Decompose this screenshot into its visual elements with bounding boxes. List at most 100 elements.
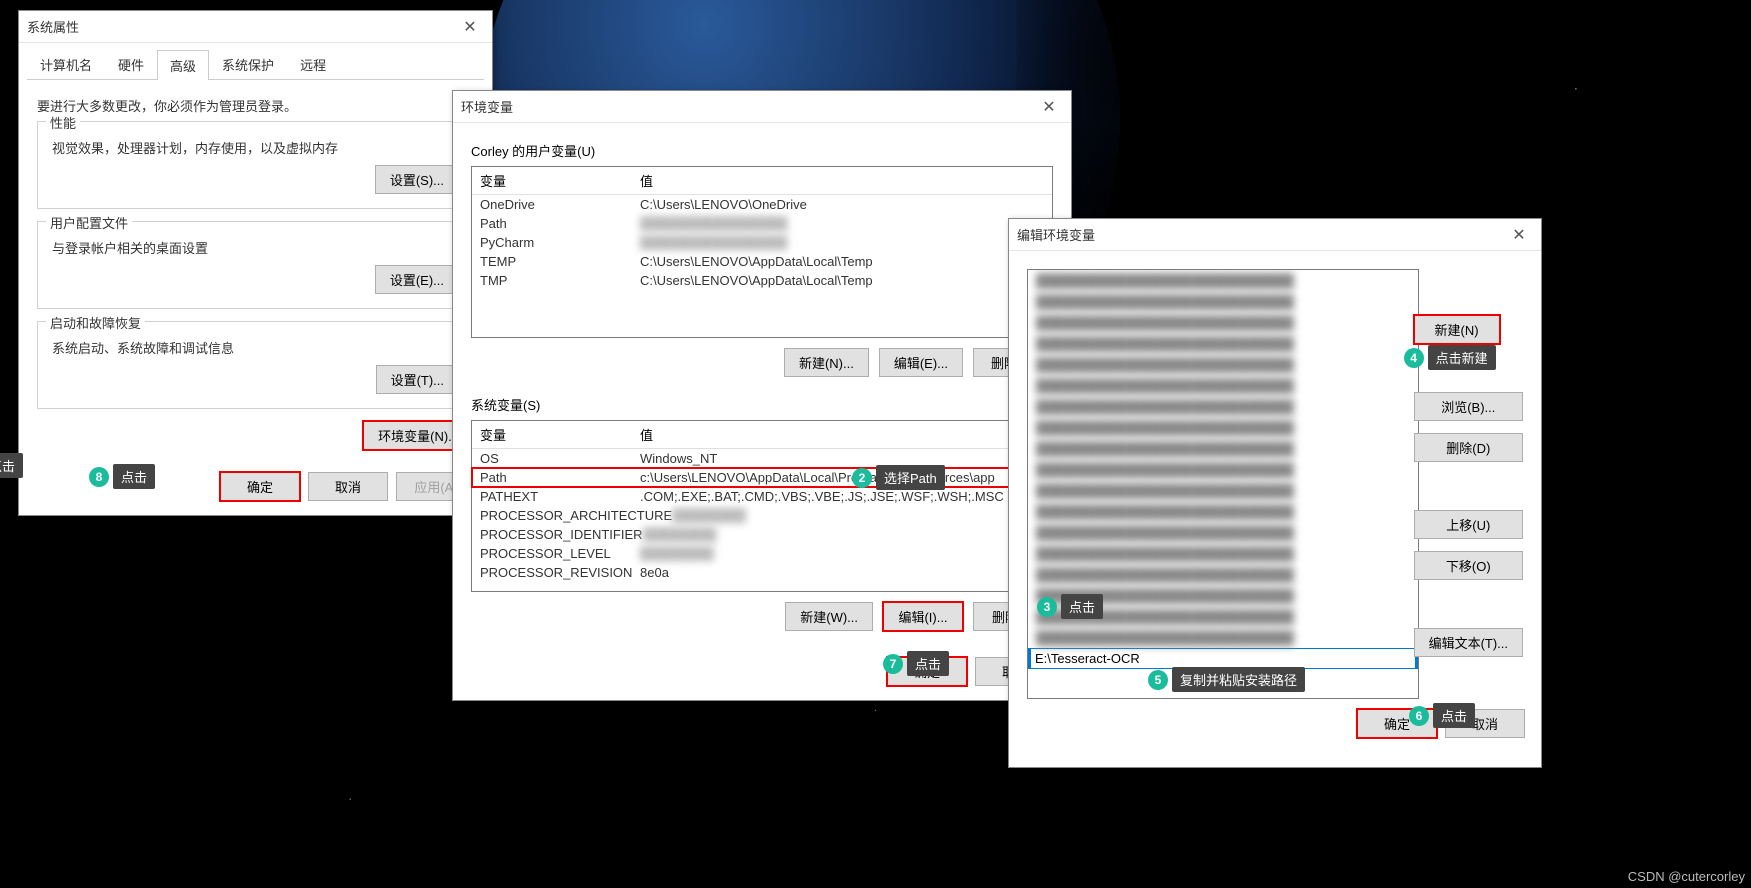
list-item[interactable]: ████████████████████████████ xyxy=(1028,438,1418,459)
table-row[interactable]: Path████████████████ xyxy=(472,214,1052,233)
ok-button[interactable]: 确定 xyxy=(220,472,300,501)
callout-num-8: 8 xyxy=(89,467,109,487)
table-row[interactable]: TMPC:\Users\LENOVO\AppData\Local\Temp xyxy=(472,271,1052,290)
edit-env-var-dialog: 编辑环境变量 ✕ ███████████████████████████████… xyxy=(1008,218,1542,768)
startup-settings-button[interactable]: 设置(T)... xyxy=(376,365,459,394)
tab-system-protection[interactable]: 系统保护 xyxy=(209,49,287,79)
tab-computer-name[interactable]: 计算机名 xyxy=(27,49,105,79)
perf-title: 性能 xyxy=(46,113,80,132)
path-list[interactable]: ████████████████████████████████████████… xyxy=(1027,269,1419,699)
watermark: CSDN @cutercorley xyxy=(1628,869,1745,884)
table-row[interactable]: PROCESSOR_REVISION8e0a xyxy=(472,563,1052,582)
list-item[interactable]: ████████████████████████████ xyxy=(1028,459,1418,480)
titlebar[interactable]: 环境变量 ✕ xyxy=(453,91,1071,123)
table-row[interactable]: PROCESSOR_LEVEL████████ xyxy=(472,544,1052,563)
callout-2: 2 选择Path xyxy=(852,465,945,490)
tab-hardware[interactable]: 硬件 xyxy=(105,49,157,79)
profile-desc: 与登录帐户相关的桌面设置 xyxy=(52,238,459,257)
list-item[interactable]: ████████████████████████████ xyxy=(1028,480,1418,501)
list-item[interactable]: ████████████████████████████ xyxy=(1028,417,1418,438)
perf-settings-button[interactable]: 设置(S)... xyxy=(375,165,459,194)
callout-num-4: 4 xyxy=(1404,348,1424,368)
list-item[interactable]: ████████████████████████████ xyxy=(1028,564,1418,585)
table-row[interactable]: PROCESSOR_IDENTIFIER████████ xyxy=(472,525,1052,544)
callout-text-4: 点击新建 xyxy=(1428,345,1496,370)
callout-6: 6 点击 xyxy=(1409,703,1475,728)
list-item[interactable]: ████████████████████████████ xyxy=(1028,375,1418,396)
list-item[interactable]: ████████████████████████████ xyxy=(1028,333,1418,354)
user-vars-label: Corley 的用户变量(U) xyxy=(471,141,1053,160)
table-row[interactable]: OneDriveC:\Users\LENOVO\OneDrive xyxy=(472,195,1052,214)
list-item[interactable]: ████████████████████████████ xyxy=(1028,543,1418,564)
table-row[interactable]: PyCharm████████████████ xyxy=(472,233,1052,252)
callout-num-6: 6 xyxy=(1409,706,1429,726)
startup-title: 启动和故障恢复 xyxy=(46,313,145,332)
sys-vars-label: 系统变量(S) xyxy=(471,395,1053,414)
close-icon[interactable]: ✕ xyxy=(1505,221,1533,249)
hdr-val: 值 xyxy=(640,171,653,190)
table-row[interactable]: TEMPC:\Users\LENOVO\AppData\Local\Temp xyxy=(472,252,1052,271)
new-button[interactable]: 新建(N) xyxy=(1414,315,1500,344)
user-edit-button[interactable]: 编辑(E)... xyxy=(879,348,963,377)
callout-1: 1 点击 xyxy=(0,453,23,478)
callout-7: 7 点击 xyxy=(883,651,949,676)
list-item[interactable]: ████████████████████████████ xyxy=(1028,627,1418,648)
cancel-button[interactable]: 取消 xyxy=(308,472,388,501)
list-item[interactable]: ████████████████████████████ xyxy=(1028,312,1418,333)
perf-group: 性能 视觉效果，处理器计划，内存使用，以及虚拟内存 设置(S)... xyxy=(37,121,474,209)
callout-8: 8 点击 xyxy=(89,464,155,489)
callout-text-8: 点击 xyxy=(113,464,155,489)
table-row[interactable]: PATHEXT.COM;.EXE;.BAT;.CMD;.VBS;.VBE;.JS… xyxy=(472,487,1052,506)
tab-remote[interactable]: 远程 xyxy=(287,49,339,79)
path-input[interactable] xyxy=(1030,648,1416,669)
user-new-button[interactable]: 新建(N)... xyxy=(784,348,869,377)
browse-button[interactable]: 浏览(B)... xyxy=(1414,392,1523,421)
sys-vars-list[interactable]: 变量值 OSWindows_NTPathc:\Users\LENOVO\AppD… xyxy=(471,420,1053,592)
close-icon[interactable]: ✕ xyxy=(1035,93,1063,121)
callout-5: 5 复制并粘贴安装路径 xyxy=(1148,667,1419,692)
table-row[interactable]: OSWindows_NT xyxy=(472,449,1052,468)
tab-advanced[interactable]: 高级 xyxy=(157,50,209,80)
sys-edit-button[interactable]: 编辑(I)... xyxy=(883,602,963,631)
delete-button[interactable]: 删除(D) xyxy=(1414,433,1523,462)
callout-num-2: 2 xyxy=(852,468,872,488)
perf-desc: 视觉效果，处理器计划，内存使用，以及虚拟内存 xyxy=(52,138,459,157)
table-row[interactable]: Pathc:\Users\LENOVO\AppData\Local\Progra… xyxy=(472,468,1052,487)
startup-desc: 系统启动、系统故障和调试信息 xyxy=(52,338,459,357)
callout-text-7: 点击 xyxy=(907,651,949,676)
list-item[interactable]: ████████████████████████████ xyxy=(1028,270,1418,291)
moveup-button[interactable]: 上移(U) xyxy=(1414,510,1523,539)
list-item[interactable]: ████████████████████████████ xyxy=(1028,354,1418,375)
list-item[interactable]: ████████████████████████████ xyxy=(1028,396,1418,417)
callout-4: 4 点击新建 xyxy=(1404,345,1496,370)
close-icon[interactable]: ✕ xyxy=(456,13,484,41)
hdr-val: 值 xyxy=(640,425,653,444)
dialog-title: 系统属性 xyxy=(27,17,456,36)
sys-new-button[interactable]: 新建(W)... xyxy=(785,602,873,631)
movedown-button[interactable]: 下移(O) xyxy=(1414,551,1523,580)
env-vars-dialog: 环境变量 ✕ Corley 的用户变量(U) 变量值 OneDriveC:\Us… xyxy=(452,90,1072,701)
dialog-title: 环境变量 xyxy=(461,97,1035,116)
hdr-var: 变量 xyxy=(480,171,640,190)
hdr-var: 变量 xyxy=(480,425,640,444)
callout-text-1: 点击 xyxy=(0,453,23,478)
user-vars-list[interactable]: 变量值 OneDriveC:\Users\LENOVO\OneDrivePath… xyxy=(471,166,1053,338)
callout-3: 3 点击 xyxy=(1037,594,1103,619)
callout-text-5: 复制并粘贴安装路径 xyxy=(1172,667,1305,692)
profile-group: 用户配置文件 与登录帐户相关的桌面设置 设置(E)... xyxy=(37,221,474,309)
list-item[interactable]: ████████████████████████████ xyxy=(1028,522,1418,543)
profile-title: 用户配置文件 xyxy=(46,213,132,232)
callout-num-7: 7 xyxy=(883,654,903,674)
table-row[interactable]: PROCESSOR_ARCHITECTURE████████ xyxy=(472,506,1052,525)
system-properties-dialog: 系统属性 ✕ 计算机名 硬件 高级 系统保护 远程 要进行大多数更改，你必须作为… xyxy=(18,10,493,516)
titlebar[interactable]: 编辑环境变量 ✕ xyxy=(1009,219,1541,251)
dialog-title: 编辑环境变量 xyxy=(1017,225,1505,244)
profile-settings-button[interactable]: 设置(E)... xyxy=(375,265,459,294)
titlebar[interactable]: 系统属性 ✕ xyxy=(19,11,492,43)
side-buttons: 新建(N) 4 点击新建 浏览(B)... 删除(D) 上移(U) 下移(O) … xyxy=(1414,315,1523,657)
callout-num-3: 3 xyxy=(1037,597,1057,617)
edit-text-button[interactable]: 编辑文本(T)... xyxy=(1414,628,1523,657)
list-item[interactable]: ████████████████████████████ xyxy=(1028,501,1418,522)
intro-text: 要进行大多数更改，你必须作为管理员登录。 xyxy=(37,96,474,115)
list-item[interactable]: ████████████████████████████ xyxy=(1028,291,1418,312)
